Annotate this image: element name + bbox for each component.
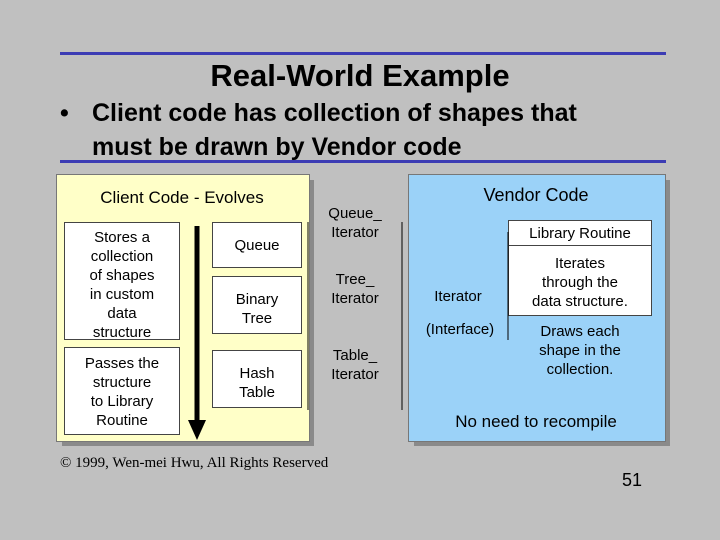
page-number: 51 (622, 470, 643, 490)
copyright-footer: © 1999, Wen-mei Hwu, All Rights Reserved (60, 455, 329, 471)
flow-arrow-head (188, 420, 206, 440)
